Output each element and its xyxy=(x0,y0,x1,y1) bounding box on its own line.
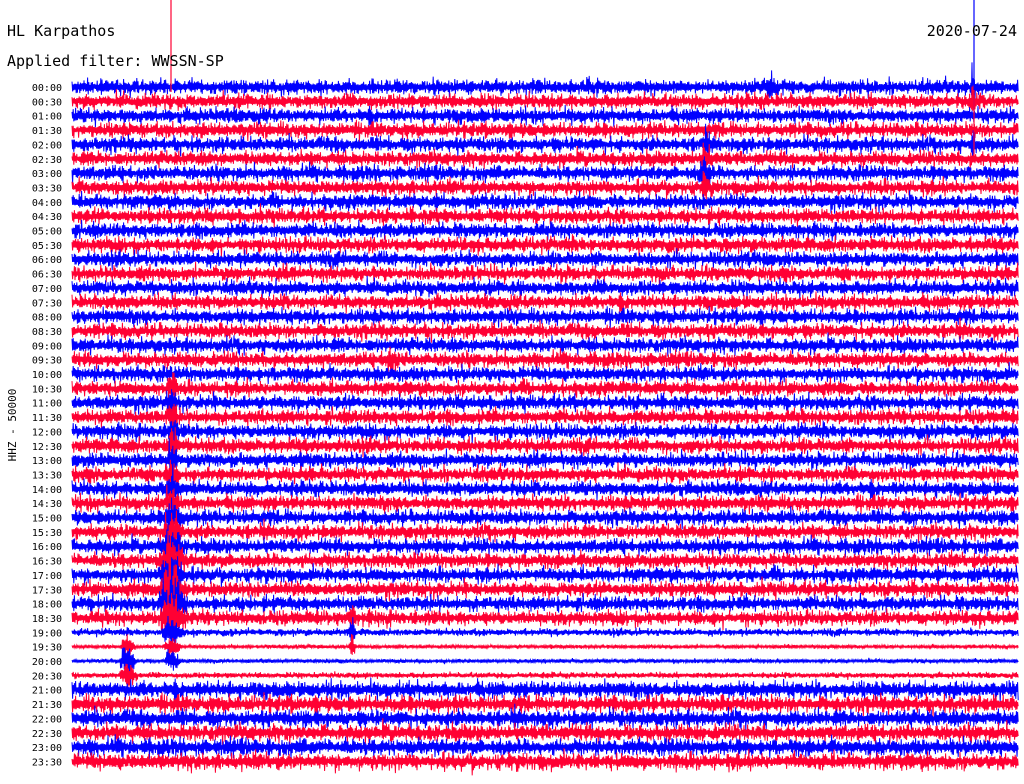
time-label: 04:00 xyxy=(32,198,62,209)
time-label: 22:00 xyxy=(32,714,62,725)
time-label: 06:00 xyxy=(32,255,62,266)
time-label: 18:00 xyxy=(32,600,62,611)
time-label: 08:30 xyxy=(32,327,62,338)
time-label: 15:30 xyxy=(32,528,62,539)
channel-label: HHZ - 50000 xyxy=(6,389,19,462)
time-label: 23:00 xyxy=(32,743,62,754)
time-label: 21:30 xyxy=(32,700,62,711)
time-label: 20:00 xyxy=(32,657,62,668)
time-label: 07:00 xyxy=(32,284,62,295)
time-label: 11:00 xyxy=(32,399,62,410)
time-label: 16:00 xyxy=(32,542,62,553)
time-label: 13:30 xyxy=(32,470,62,481)
time-label: 03:00 xyxy=(32,169,62,180)
time-label: 17:30 xyxy=(32,585,62,596)
date-label: 2020-07-24 xyxy=(927,22,1017,40)
station-title: HL Karpathos xyxy=(7,22,115,40)
time-label: 01:00 xyxy=(32,112,62,123)
time-label: 19:30 xyxy=(32,643,62,654)
time-label: 10:00 xyxy=(32,370,62,381)
time-label: 06:30 xyxy=(32,270,62,281)
time-label: 09:00 xyxy=(32,341,62,352)
time-label: 21:00 xyxy=(32,686,62,697)
time-label: 00:30 xyxy=(32,97,62,108)
time-label: 04:30 xyxy=(32,212,62,223)
time-label: 14:00 xyxy=(32,485,62,496)
time-label: 02:30 xyxy=(32,155,62,166)
time-label: 16:30 xyxy=(32,557,62,568)
time-label: 15:00 xyxy=(32,514,62,525)
time-label: 22:30 xyxy=(32,729,62,740)
time-label: 09:30 xyxy=(32,356,62,367)
time-label: 01:30 xyxy=(32,126,62,137)
time-label: 11:30 xyxy=(32,413,62,424)
seismogram-plot: 00:00 00:30 01:00 01:30 02:00 02:30 03:00 03:30… xyxy=(0,0,1024,780)
filter-label: Applied filter: WWSSN-SP xyxy=(7,52,224,70)
time-label: 10:30 xyxy=(32,384,62,395)
time-label: 13:00 xyxy=(32,456,62,467)
time-label: 12:30 xyxy=(32,442,62,453)
time-label: 03:30 xyxy=(32,183,62,194)
time-label: 12:00 xyxy=(32,427,62,438)
time-label: 07:30 xyxy=(32,298,62,309)
time-label: 05:30 xyxy=(32,241,62,252)
seismogram-helicorder: 00:00 00:30 01:00 01:30 02:00 02:30 03:00 03:30… xyxy=(0,0,1024,780)
time-label: 08:00 xyxy=(32,313,62,324)
time-label: 20:30 xyxy=(32,671,62,682)
time-label: 23:30 xyxy=(32,757,62,768)
time-label: 17:00 xyxy=(32,571,62,582)
time-label: 19:00 xyxy=(32,628,62,639)
time-label: 14:30 xyxy=(32,499,62,510)
time-label: 00:00 xyxy=(32,83,62,94)
time-label: 02:00 xyxy=(32,140,62,151)
time-label: 05:00 xyxy=(32,227,62,238)
time-label: 18:30 xyxy=(32,614,62,625)
